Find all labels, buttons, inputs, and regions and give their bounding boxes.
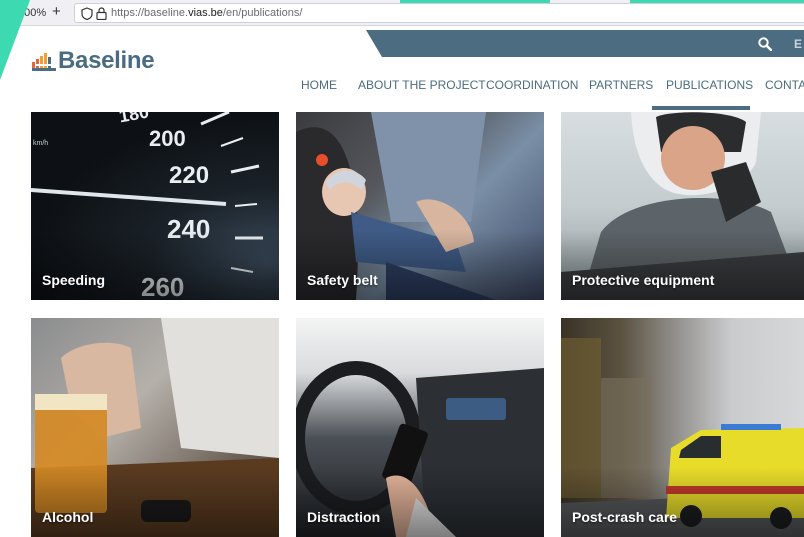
- nav-item-about-the-project[interactable]: ABOUT THE PROJECT: [358, 78, 486, 92]
- lock-icon[interactable]: [96, 7, 107, 20]
- tile-alcohol[interactable]: Alcohol: [31, 318, 279, 537]
- tile-safety-belt[interactable]: Safety belt: [296, 112, 544, 300]
- tile-label: Distraction: [307, 509, 381, 525]
- tile-shade: [296, 230, 544, 300]
- nav-item-home[interactable]: HOME: [301, 78, 337, 92]
- language-switch[interactable]: E: [794, 37, 802, 51]
- logo-text: Baseline: [58, 47, 155, 74]
- tile-protective-equipment[interactable]: Protective equipment: [561, 112, 804, 300]
- tile-label: Speeding: [42, 272, 106, 288]
- nav-item-coordination[interactable]: COORDINATION: [486, 78, 578, 92]
- logo-bars-icon: [32, 53, 56, 71]
- tile-row-gap: [0, 300, 804, 318]
- tile-label: Protective equipment: [572, 272, 715, 288]
- tile-shade: [296, 467, 544, 537]
- tile-label: Safety belt: [307, 272, 378, 288]
- tile-label: Post-crash care: [572, 509, 678, 525]
- tile-shade: [31, 467, 279, 537]
- search-icon[interactable]: [758, 37, 772, 51]
- header-top-band: [366, 30, 804, 57]
- speedo-unit: km/h: [33, 140, 49, 147]
- url-bar[interactable]: https://baseline.vias.be/en/publications…: [74, 3, 804, 23]
- tile-shade: [31, 230, 279, 300]
- nav-item-partners[interactable]: PARTNERS: [589, 78, 653, 92]
- browser-toolbar: 100% + https://baseline.vias.be/en/publi…: [0, 0, 804, 26]
- nav-item-contact[interactable]: CONTACT: [765, 78, 804, 92]
- tile-post-crash-care[interactable]: Post-crash care: [561, 318, 804, 537]
- accent-corner: [0, 0, 30, 80]
- tile-distraction[interactable]: Distraction: [296, 318, 544, 537]
- speedo-number-200: 200: [149, 126, 186, 151]
- nav-active-indicator: [652, 106, 750, 110]
- shield-icon[interactable]: [81, 7, 93, 20]
- tile-shade: [561, 230, 804, 300]
- tile-shade: [561, 467, 804, 537]
- new-tab-button[interactable]: +: [52, 3, 61, 21]
- main-nav: HOME ABOUT THE PROJECT COORDINATION PART…: [0, 78, 804, 108]
- url-text[interactable]: https://baseline.vias.be/en/publications…: [111, 7, 302, 19]
- nav-item-publications[interactable]: PUBLICATIONS: [666, 78, 753, 92]
- site-logo[interactable]: Baseline: [32, 47, 155, 75]
- tile-label: Alcohol: [42, 509, 94, 525]
- tile-speeding[interactable]: 180 200 220 240 260 km/h Speeding: [31, 112, 279, 300]
- speedo-number-220: 220: [169, 162, 210, 189]
